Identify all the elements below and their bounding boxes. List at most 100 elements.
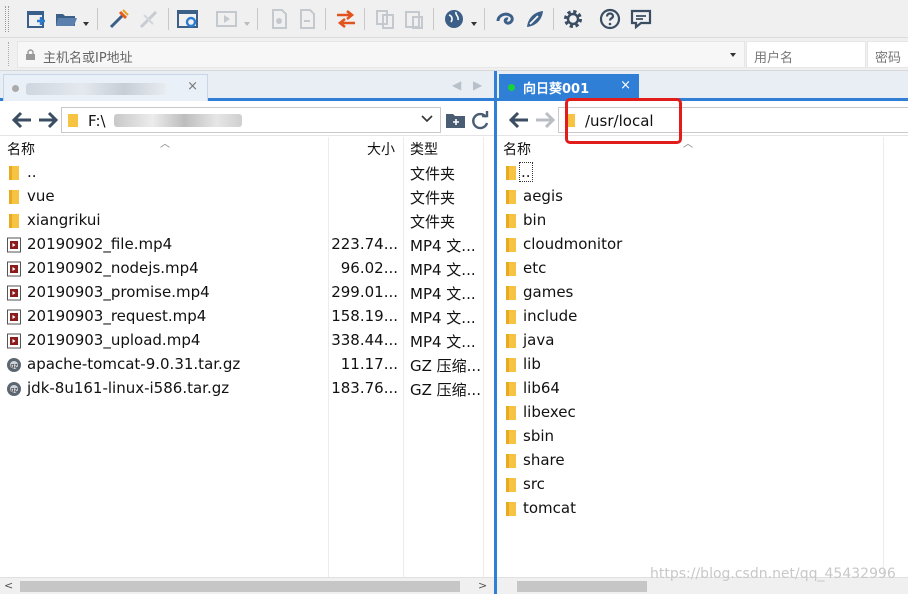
file-row[interactable]: xiangrikui 文件夹 <box>0 209 494 233</box>
file-row[interactable]: .. <box>497 161 908 185</box>
folder-icon <box>503 261 519 277</box>
globe-icon[interactable] <box>441 6 467 32</box>
folder-icon <box>503 501 519 517</box>
local-path-input[interactable]: F:\ <box>61 107 441 133</box>
folder-icon <box>503 429 519 445</box>
chat-icon[interactable] <box>628 6 654 32</box>
file-name: src <box>523 475 545 493</box>
toolbar-grip[interactable] <box>5 6 9 32</box>
chevron-down-icon[interactable] <box>470 14 478 26</box>
sort-ascending-icon: ︿ <box>160 139 170 150</box>
file-row[interactable]: gz jdk-8u161-linux-i586.tar.gz 183.76... GZ… <box>0 377 494 401</box>
file-row[interactable]: 20190903_request.mp4 158.19... MP4 文... <box>0 305 494 329</box>
file-row[interactable]: sbin <box>497 425 908 449</box>
local-horizontal-scrollbar[interactable]: < > <box>0 577 494 594</box>
status-dot <box>12 85 19 92</box>
file-row[interactable]: src <box>497 473 908 497</box>
folder-icon <box>503 477 519 493</box>
address-bar-grip[interactable] <box>8 42 11 66</box>
file-row[interactable]: aegis <box>497 185 908 209</box>
local-tab[interactable]: × <box>3 74 208 101</box>
column-type[interactable]: 类型 <box>410 139 438 159</box>
folder-icon <box>68 114 78 127</box>
file-row[interactable]: .. 文件夹 <box>0 161 494 185</box>
transfer-icon[interactable] <box>333 6 359 32</box>
column-size[interactable]: 大小 <box>367 139 395 159</box>
file-row[interactable]: share <box>497 449 908 473</box>
close-icon[interactable]: × <box>620 78 631 93</box>
file-row[interactable]: vue 文件夹 <box>0 185 494 209</box>
open-folder-icon[interactable] <box>53 6 79 32</box>
close-icon[interactable]: × <box>187 79 198 94</box>
gear-icon[interactable] <box>560 6 586 32</box>
main-toolbar <box>0 0 908 38</box>
scroll-right-icon[interactable]: > <box>478 579 487 592</box>
toolbar-separator <box>257 8 258 30</box>
file-row[interactable]: 20190902_nodejs.mp4 96.02... MP4 文... <box>0 257 494 281</box>
folder-icon <box>503 237 519 253</box>
local-path-row: F:\ <box>0 104 494 136</box>
file-row[interactable]: tomcat <box>497 497 908 521</box>
scrollbar-thumb[interactable] <box>20 581 460 592</box>
file-row[interactable]: 20190903_upload.mp4 338.44... MP4 文... <box>0 329 494 353</box>
address-bar: 主机名或IP地址 用户名 密码 <box>0 38 908 71</box>
chevron-down-icon[interactable] <box>82 14 90 26</box>
toolbar-separator <box>484 8 485 30</box>
file-row[interactable]: 20190903_promise.mp4 299.01... MP4 文... <box>0 281 494 305</box>
file-row[interactable]: etc <box>497 257 908 281</box>
file-row[interactable]: 20190902_file.mp4 223.74... MP4 文... <box>0 233 494 257</box>
file-size: 338.44... <box>331 331 398 349</box>
file-name: vue <box>27 187 55 205</box>
scrollbar-thumb[interactable] <box>517 581 647 592</box>
file-type: MP4 文... <box>410 285 476 303</box>
remote-path-row: /usr/local <box>497 104 908 136</box>
file-name: bin <box>523 211 547 229</box>
file-name: etc <box>523 259 547 277</box>
refresh-icon[interactable] <box>469 110 491 130</box>
folder-icon <box>503 357 519 373</box>
host-dropdown-icon[interactable] <box>730 53 736 57</box>
username-input[interactable]: 用户名 <box>746 41 866 68</box>
back-arrow-icon[interactable] <box>11 111 33 129</box>
forward-arrow-icon[interactable] <box>37 111 59 129</box>
file-row[interactable]: bin <box>497 209 908 233</box>
back-arrow-icon[interactable] <box>508 111 530 129</box>
remote-tabstrip: 向日葵001 × <box>497 71 908 101</box>
leaf-icon[interactable] <box>522 6 548 32</box>
swirl-icon[interactable] <box>493 6 519 32</box>
settings-icon[interactable] <box>175 6 201 32</box>
file-name: 20190903_promise.mp4 <box>27 283 210 301</box>
file-type: 文件夹 <box>410 189 456 207</box>
column-name[interactable]: 名称 <box>503 139 531 159</box>
connect-icon[interactable] <box>106 6 132 32</box>
toolbar-separator <box>325 8 326 30</box>
host-input[interactable]: 主机名或IP地址 <box>17 41 745 68</box>
password-input[interactable]: 密码 <box>867 41 908 68</box>
file-row[interactable]: java <box>497 329 908 353</box>
file-row[interactable]: lib <box>497 353 908 377</box>
tab-next-icon[interactable]: ▶ <box>473 78 482 92</box>
file-row[interactable]: games <box>497 281 908 305</box>
file-row[interactable]: libexec <box>497 401 908 425</box>
file-size: 96.02... <box>340 259 398 277</box>
folder-icon <box>503 405 519 421</box>
remote-tab[interactable]: 向日葵001 × <box>499 74 639 101</box>
file-row[interactable]: gz apache-tomcat-9.0.31.tar.gz 11.17... GZ … <box>0 353 494 377</box>
chevron-down-icon[interactable] <box>420 111 434 125</box>
folder-icon <box>503 189 519 205</box>
column-name[interactable]: 名称 <box>7 139 35 159</box>
file-row[interactable]: include <box>497 305 908 329</box>
tab-prev-icon[interactable]: ◀ <box>452 78 461 92</box>
folder-refresh-icon[interactable] <box>445 110 467 130</box>
remote-pane: 向日葵001 × /usr/local 名称 ︿ .. aegis bin cloud… <box>497 71 908 594</box>
toolbar-separator <box>364 8 365 30</box>
help-icon[interactable] <box>597 6 623 32</box>
file-row[interactable]: lib64 <box>497 377 908 401</box>
scroll-left-icon[interactable]: < <box>4 579 13 592</box>
folder-icon <box>503 381 519 397</box>
new-session-icon[interactable] <box>23 6 49 32</box>
local-column-header: 名称 ︿ 大小 类型 <box>0 137 494 159</box>
file-row[interactable]: cloudmonitor <box>497 233 908 257</box>
sort-ascending-icon: ︿ <box>683 139 693 150</box>
file-type: 文件夹 <box>410 213 456 231</box>
